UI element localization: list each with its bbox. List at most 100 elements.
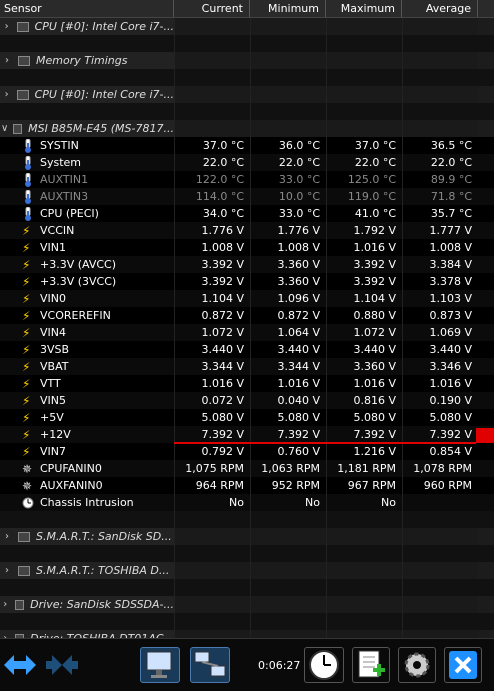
chevron-down-icon[interactable]: ∨ — [0, 123, 9, 134]
close-icon — [449, 651, 477, 679]
sensor-row[interactable]: AUXTIN1 122.0 °C 33.0 °C 125.0 °C 89.9 °C — [0, 171, 494, 188]
nav-arrows-icon[interactable] — [2, 647, 38, 683]
sensor-row[interactable]: ⚡ VIN1 1.008 V 1.008 V 1.016 V 1.008 V — [0, 239, 494, 256]
value-max: 37.0 °C — [326, 137, 402, 154]
empty-cell — [326, 528, 402, 545]
sensor-row[interactable]: CPU (PECI) 34.0 °C 33.0 °C 41.0 °C 35.7 °C — [0, 205, 494, 222]
sensor-row[interactable]: ✵ AUXFANIN0 964 RPM 952 RPM 967 RPM 960 RPM — [0, 477, 494, 494]
sensor-name: AUXFANIN0 — [40, 479, 103, 492]
sensor-row[interactable]: ⚡ VIN5 0.072 V 0.040 V 0.816 V 0.190 V — [0, 392, 494, 409]
sensor-row[interactable]: ⚡ VIN4 1.072 V 1.064 V 1.072 V 1.069 V — [0, 324, 494, 341]
thermometer-icon — [22, 172, 34, 187]
group-label-cell: › Memory Timings — [0, 52, 174, 69]
empty-cell — [326, 596, 402, 613]
sensor-row[interactable]: ⚡ +5V 5.080 V 5.080 V 5.080 V 5.080 V — [0, 409, 494, 426]
value-min: 7.392 V — [250, 426, 326, 443]
empty-cell — [250, 562, 326, 579]
sensor-row[interactable]: ⚡ VIN7 0.792 V 0.760 V 1.216 V 0.854 V — [0, 443, 494, 460]
group-row[interactable]: ∨ MSI B85M-E45 (MS-7817... — [0, 120, 494, 137]
group-row[interactable]: › Memory Timings — [0, 52, 494, 69]
header-current[interactable]: Current — [174, 0, 250, 17]
clock-button[interactable] — [304, 647, 344, 683]
group-row[interactable]: › Drive: SanDisk SDSSDA-... — [0, 596, 494, 613]
sensor-row[interactable]: ⚡ VCCIN 1.776 V 1.776 V 1.792 V 1.777 V — [0, 222, 494, 239]
chevron-right-icon[interactable]: › — [0, 599, 11, 610]
spacer-row — [0, 511, 494, 528]
header-sensor[interactable]: Sensor — [0, 0, 174, 17]
chevron-right-icon[interactable]: › — [0, 565, 14, 576]
spacer-row — [0, 69, 494, 86]
empty-cell — [0, 511, 174, 528]
sensor-name-cell: ⚡ VIN0 — [0, 290, 174, 307]
header-minimum[interactable]: Minimum — [250, 0, 326, 17]
sensor-row[interactable]: ⚡ +12V 7.392 V 7.392 V 7.392 V 7.392 V — [0, 426, 494, 443]
sensor-row[interactable]: ✵ CPUFANIN0 1,075 RPM 1,063 RPM 1,181 RPM 1,0… — [0, 460, 494, 477]
value-current: 1.016 V — [174, 375, 250, 392]
value-avg: 960 RPM — [402, 477, 478, 494]
value-max: 5.080 V — [326, 409, 402, 426]
chevron-right-icon[interactable]: › — [0, 531, 14, 542]
sensor-name: VIN4 — [40, 326, 66, 339]
empty-cell — [250, 120, 326, 137]
group-row[interactable]: › CPU [#0]: Intel Core i7-... — [0, 86, 494, 103]
sensor-row[interactable]: ⚡ VBAT 3.344 V 3.344 V 3.360 V 3.346 V — [0, 358, 494, 375]
value-min: No — [250, 494, 326, 511]
value-avg: 89.9 °C — [402, 171, 478, 188]
header-maximum[interactable]: Maximum — [326, 0, 402, 17]
sensor-name-cell: ⚡ VCOREREFIN — [0, 307, 174, 324]
lightning-icon: ⚡ — [22, 444, 31, 459]
empty-cell — [402, 528, 478, 545]
sensor-name: VIN5 — [40, 394, 66, 407]
sensor-row[interactable]: ⚡ VTT 1.016 V 1.016 V 1.016 V 1.016 V — [0, 375, 494, 392]
report-button[interactable] — [140, 647, 180, 683]
value-current: 964 RPM — [174, 477, 250, 494]
empty-cell — [174, 511, 250, 528]
empty-cell — [402, 120, 478, 137]
sensor-row[interactable]: Chassis Intrusion No No No — [0, 494, 494, 511]
chevron-right-icon[interactable]: › — [0, 89, 13, 100]
add-log-button[interactable] — [352, 647, 390, 683]
group-label: Memory Timings — [36, 54, 128, 67]
sensor-row[interactable]: ⚡ +3.3V (3VCC) 3.392 V 3.360 V 3.392 V 3.378 … — [0, 273, 494, 290]
close-button[interactable] — [444, 647, 482, 683]
sensor-grid: › CPU [#0]: Intel Core i7-... › Memory Timi… — [0, 18, 494, 647]
empty-cell — [0, 545, 174, 562]
chevron-right-icon[interactable]: › — [0, 21, 13, 32]
value-current: 5.080 V — [174, 409, 250, 426]
group-label-cell: › S.M.A.R.T.: SanDisk SD... — [0, 528, 174, 545]
network-button[interactable] — [190, 647, 230, 683]
sensor-row[interactable]: ⚡ 3VSB 3.440 V 3.440 V 3.440 V 3.440 V — [0, 341, 494, 358]
collapse-arrows-icon[interactable] — [44, 647, 80, 683]
value-current: 1.776 V — [174, 222, 250, 239]
empty-cell — [402, 35, 478, 52]
lightning-icon: ⚡ — [22, 325, 31, 340]
header-average[interactable]: Average — [402, 0, 478, 17]
value-max: 1.016 V — [326, 375, 402, 392]
sensor-row[interactable]: ⚡ +3.3V (AVCC) 3.392 V 3.360 V 3.392 V 3.384 … — [0, 256, 494, 273]
settings-button[interactable] — [398, 647, 436, 683]
value-current: No — [174, 494, 250, 511]
value-avg: 3.378 V — [402, 273, 478, 290]
value-avg: 22.0 °C — [402, 154, 478, 171]
sensor-row[interactable]: ⚡ VCOREREFIN 0.872 V 0.872 V 0.880 V 0.873 V — [0, 307, 494, 324]
value-current: 0.792 V — [174, 443, 250, 460]
sensor-name: AUXTIN1 — [40, 173, 89, 186]
group-row[interactable]: › CPU [#0]: Intel Core i7-... — [0, 18, 494, 35]
value-min: 0.760 V — [250, 443, 326, 460]
value-avg: 1.008 V — [402, 239, 478, 256]
empty-cell — [326, 86, 402, 103]
sensor-row[interactable]: AUXTIN3 114.0 °C 10.0 °C 119.0 °C 71.8 °C — [0, 188, 494, 205]
bottom-toolbar: 0:06:27 — [0, 638, 494, 691]
thermometer-icon — [22, 155, 34, 170]
group-row[interactable]: › S.M.A.R.T.: TOSHIBA D... — [0, 562, 494, 579]
sensor-row[interactable]: ⚡ VIN0 1.104 V 1.096 V 1.104 V 1.103 V — [0, 290, 494, 307]
sensor-name: VIN7 — [40, 445, 66, 458]
group-row[interactable]: › S.M.A.R.T.: SanDisk SD... — [0, 528, 494, 545]
chip-icon — [18, 565, 30, 576]
empty-cell — [402, 562, 478, 579]
lightning-icon: ⚡ — [22, 410, 31, 425]
sensor-row[interactable]: System 22.0 °C 22.0 °C 22.0 °C 22.0 °C — [0, 154, 494, 171]
empty-cell — [326, 613, 402, 630]
sensor-row[interactable]: SYSTIN 37.0 °C 36.0 °C 37.0 °C 36.5 °C — [0, 137, 494, 154]
chevron-right-icon[interactable]: › — [0, 55, 14, 66]
